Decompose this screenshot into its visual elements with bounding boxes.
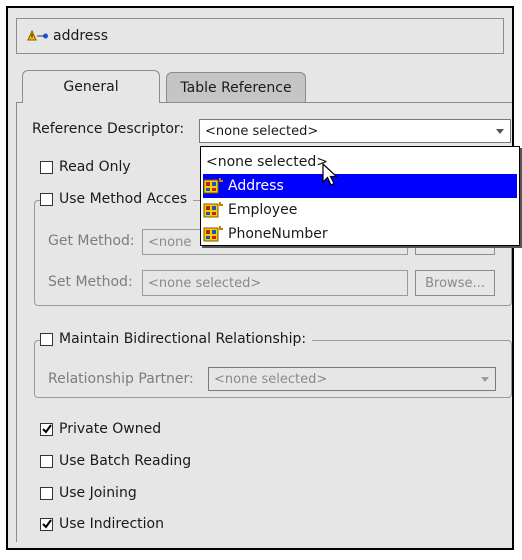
use-joining-label: Use Joining <box>59 485 137 501</box>
dropdown-item-label: PhoneNumber <box>228 226 328 242</box>
use-indirection-checkbox[interactable]: Use Indirection <box>40 516 164 532</box>
descriptor-icon <box>203 226 223 242</box>
reference-descriptor-label: Reference Descriptor: <box>32 121 185 137</box>
set-method-value: <none selected> <box>148 275 262 291</box>
relationship-partner-value: <none selected> <box>214 371 328 387</box>
check-icon <box>42 423 52 434</box>
use-method-accessing-checkbox[interactable]: Use Method Acces <box>40 191 194 207</box>
relationship-partner-combo[interactable]: <none selected> <box>208 367 496 391</box>
one-to-one-mapping-icon <box>27 29 49 43</box>
dropdown-item-label: Employee <box>228 202 298 218</box>
use-joining-box[interactable] <box>40 486 53 500</box>
get-method-label: Get Method: <box>48 233 135 249</box>
mapping-title-bar: address <box>16 18 504 54</box>
reference-descriptor-value: <none selected> <box>205 123 319 139</box>
mapping-title: address <box>53 28 109 44</box>
descriptor-icon <box>203 178 223 194</box>
dropdown-item-phonenumber[interactable]: PhoneNumber <box>203 222 517 246</box>
dropdown-item-label: Address <box>228 178 284 194</box>
private-owned-box[interactable] <box>40 422 53 436</box>
descriptor-icon <box>203 202 223 218</box>
use-batch-reading-box[interactable] <box>40 454 53 468</box>
chevron-down-icon[interactable] <box>496 129 504 134</box>
use-indirection-box[interactable] <box>40 517 53 531</box>
chevron-down-icon[interactable] <box>481 377 489 382</box>
reference-descriptor-dropdown: <none selected> Address Employee PhoneNu… <box>200 146 520 246</box>
set-method-label: Set Method: <box>48 274 133 290</box>
use-joining-checkbox[interactable]: Use Joining <box>40 485 137 501</box>
private-owned-checkbox[interactable]: Private Owned <box>40 421 161 437</box>
dropdown-item-employee[interactable]: Employee <box>203 198 517 222</box>
maintain-bidirectional-box[interactable] <box>40 332 53 346</box>
mouse-cursor-icon <box>322 163 339 186</box>
read-only-checkbox[interactable]: Read Only <box>40 159 131 175</box>
tab-general[interactable]: General <box>22 70 160 103</box>
set-method-field[interactable]: <none selected> <box>142 270 408 296</box>
set-method-browse-label: Browse... <box>425 275 485 291</box>
use-method-accessing-label: Use Method Acces <box>59 191 188 207</box>
read-only-box[interactable] <box>40 160 53 174</box>
read-only-label: Read Only <box>59 159 131 175</box>
use-method-accessing-box[interactable] <box>40 192 53 206</box>
dropdown-item-none[interactable]: <none selected> <box>203 150 517 174</box>
use-indirection-label: Use Indirection <box>59 516 164 532</box>
get-method-value: <none <box>148 234 192 250</box>
tab-table-reference-label: Table Reference <box>180 79 292 96</box>
tab-general-label: General <box>63 79 119 95</box>
set-method-browse-button[interactable]: Browse... <box>415 270 495 296</box>
dropdown-item-label: <none selected> <box>206 154 328 170</box>
check-icon <box>42 518 52 529</box>
dropdown-item-address[interactable]: Address <box>203 174 517 198</box>
maintain-bidirectional-checkbox[interactable]: Maintain Bidirectional Relationship: <box>40 331 313 347</box>
reference-descriptor-combo[interactable]: <none selected> <box>199 119 511 143</box>
use-batch-reading-label: Use Batch Reading <box>59 453 192 469</box>
use-batch-reading-checkbox[interactable]: Use Batch Reading <box>40 453 191 469</box>
relationship-partner-label: Relationship Partner: <box>48 371 194 387</box>
private-owned-label: Private Owned <box>59 421 162 437</box>
maintain-bidirectional-label: Maintain Bidirectional Relationship: <box>59 331 307 347</box>
tab-table-reference[interactable]: Table Reference <box>166 72 306 102</box>
